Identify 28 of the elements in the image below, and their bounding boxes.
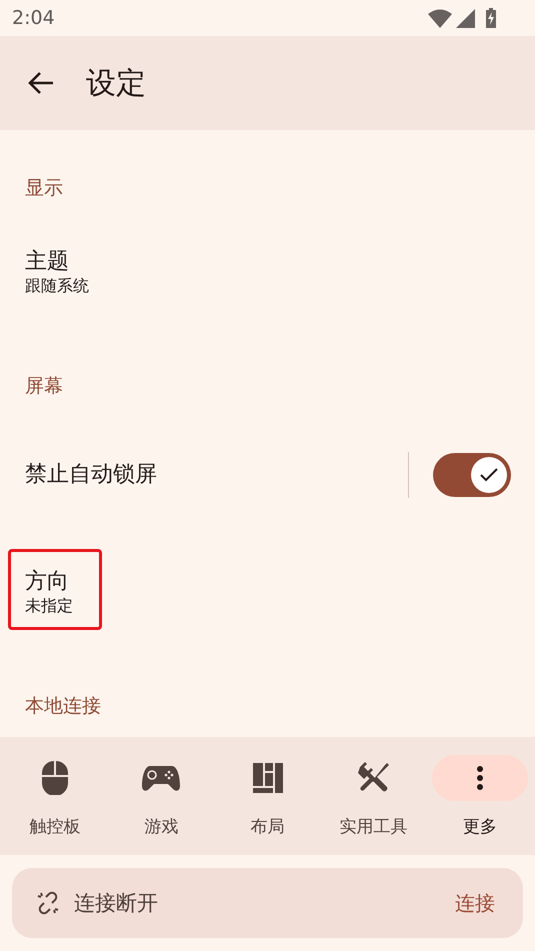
nav-tab[interactable]: 布局 (214, 737, 321, 855)
toggle-switch[interactable] (433, 453, 511, 497)
broken-link-icon (36, 891, 60, 915)
status-time: 2:04 (12, 7, 56, 29)
section-header: 本地连接 (24, 694, 102, 719)
connection-status: 连接断开 (74, 890, 159, 917)
mouse-icon (42, 761, 68, 795)
battery-charging-icon (485, 8, 497, 28)
section-header: 显示 (24, 176, 64, 201)
setting-title[interactable]: 方向 (25, 568, 73, 596)
wifi-icon (428, 8, 452, 28)
nav-tab[interactable]: 实用工具 (320, 737, 427, 855)
gamepad-icon (142, 764, 180, 792)
check-icon (480, 468, 498, 482)
connect-button[interactable]: 连接 (451, 886, 499, 920)
nav-tab[interactable]: 更多 (426, 737, 534, 855)
signal-icon (456, 8, 475, 28)
back-button[interactable] (28, 70, 54, 96)
setting-title[interactable]: 主题 (25, 248, 89, 276)
page-title: 设定 (86, 64, 146, 102)
setting-summary: 未指定 (25, 596, 73, 616)
more-icon (476, 765, 484, 791)
section-header: 屏幕 (24, 374, 64, 399)
setting-title[interactable]: 禁止自动锁屏 (25, 461, 157, 489)
layout-icon (252, 763, 282, 793)
nav-tab[interactable]: 触控板 (2, 737, 108, 855)
setting-summary: 跟随系统 (25, 276, 89, 296)
nav-tab[interactable]: 游戏 (108, 737, 214, 855)
